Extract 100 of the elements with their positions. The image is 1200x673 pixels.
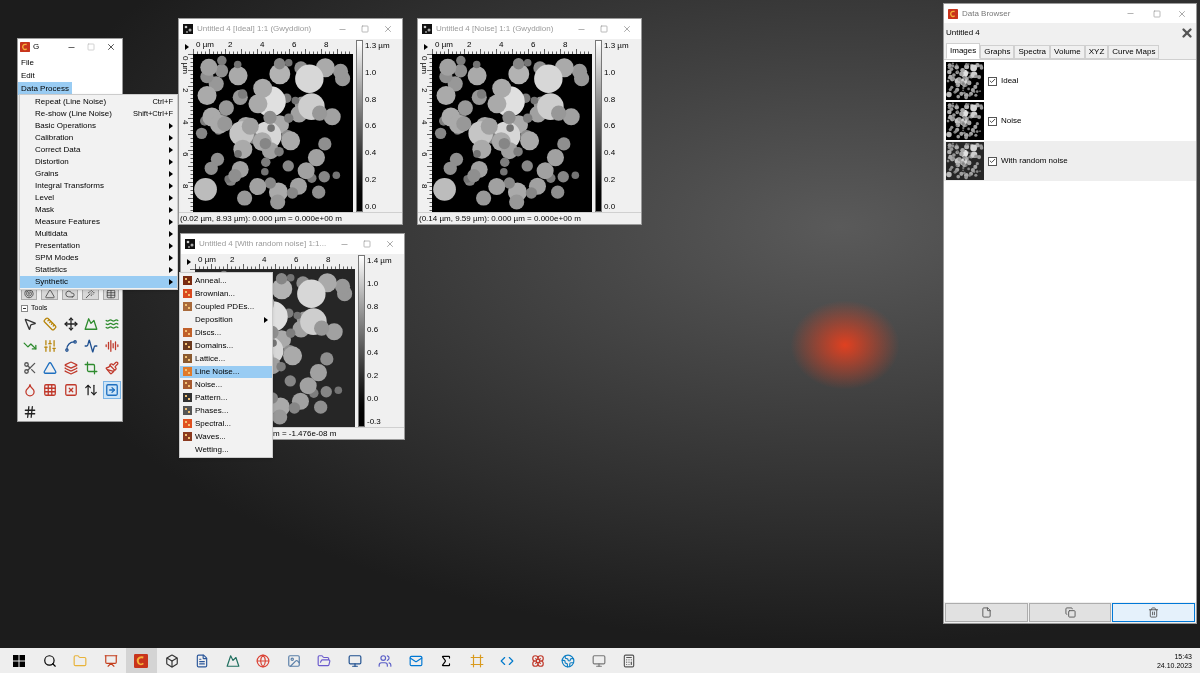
menu-item[interactable]: Integral Transforms bbox=[20, 180, 177, 192]
ruler-arrow-icon bbox=[185, 44, 189, 50]
pattern-icon bbox=[183, 354, 192, 363]
window-title: Untitled 4 [Noise] 1:1 (Gwyddion) bbox=[436, 23, 554, 35]
menu-item[interactable]: Domains... bbox=[180, 339, 272, 352]
menu-item[interactable]: Coupled PDEs... bbox=[180, 300, 272, 313]
channel-row[interactable]: Noise bbox=[944, 101, 1196, 141]
scale-label: 0.2 bbox=[604, 175, 617, 185]
app-logo-icon bbox=[948, 8, 958, 19]
scale-label: 0.6 bbox=[367, 325, 380, 334]
tab[interactable]: Curve Maps bbox=[1108, 45, 1160, 59]
menu-item[interactable]: Lattice... bbox=[180, 352, 272, 365]
ruler-label: 2 bbox=[181, 88, 189, 93]
menu-item[interactable]: Synthetic bbox=[20, 276, 177, 288]
ruler-label: 6 bbox=[531, 40, 536, 49]
menu-item[interactable]: Statistics bbox=[20, 264, 177, 276]
arrow-right-icon[interactable] bbox=[102, 381, 121, 399]
scale-label: 1.3 µm bbox=[365, 41, 390, 50]
ruler-label: 8 bbox=[181, 184, 189, 189]
tab[interactable]: Graphs bbox=[980, 45, 1015, 59]
ruler-label: 0 µm bbox=[181, 56, 189, 74]
trash-icon bbox=[1148, 607, 1160, 618]
scale-label: 0.0 bbox=[367, 394, 380, 403]
checkbox[interactable] bbox=[988, 156, 997, 166]
menu-item[interactable]: File bbox=[18, 56, 37, 69]
menu-item[interactable]: Distortion bbox=[20, 156, 177, 168]
ruler-label: 4 bbox=[499, 40, 504, 49]
menu-item[interactable]: Anneal... bbox=[180, 274, 272, 287]
submenu-arrow-icon bbox=[264, 316, 268, 323]
menu-item[interactable]: Phases... bbox=[180, 404, 272, 417]
close-file-icon[interactable] bbox=[1180, 26, 1194, 40]
menu-item[interactable]: Wetting... bbox=[180, 443, 272, 456]
delete-button[interactable] bbox=[1112, 603, 1195, 622]
ruler-label: 0 µm bbox=[198, 255, 216, 264]
ruler-label: 2 bbox=[230, 255, 235, 264]
pattern-icon bbox=[183, 406, 192, 415]
scale-label: 0.0 bbox=[604, 201, 617, 211]
channel-row[interactable]: With random noise bbox=[944, 141, 1196, 181]
scale-label: 0.6 bbox=[604, 121, 617, 131]
ruler-label: 0 µm bbox=[196, 40, 214, 49]
scale-label: 0.0 bbox=[365, 201, 378, 211]
ruler-label: 0 µm bbox=[420, 56, 428, 74]
pattern-icon bbox=[183, 302, 192, 311]
ruler-label: 2 bbox=[228, 40, 233, 49]
window-title: Untitled 4 [With random noise] 1:1... bbox=[199, 238, 327, 250]
pattern-icon bbox=[183, 380, 192, 389]
menu-item[interactable]: Deposition bbox=[180, 313, 272, 326]
menu-item[interactable]: Spectral... bbox=[180, 417, 272, 430]
duplicate-button[interactable] bbox=[1028, 603, 1112, 622]
menu-item[interactable]: Measure Features bbox=[20, 216, 177, 228]
menu-item[interactable]: Grains bbox=[20, 168, 177, 180]
image-thumbnail-icon bbox=[183, 24, 193, 34]
channel-label: With random noise bbox=[1001, 155, 1068, 167]
ruler-label: 8 bbox=[420, 184, 428, 189]
ruler-label: 4 bbox=[260, 40, 265, 49]
scale-label: 1.0 bbox=[367, 279, 380, 288]
menu-item[interactable]: Mask bbox=[20, 204, 177, 216]
menu-item[interactable]: Brownian... bbox=[180, 287, 272, 300]
window-title: Data Browser bbox=[962, 7, 1011, 20]
collapse-icon[interactable] bbox=[21, 304, 28, 312]
scale-label: 1.0 bbox=[604, 67, 617, 77]
scale-label: 1.3 µm bbox=[604, 41, 629, 50]
menu-item[interactable]: Level bbox=[20, 192, 177, 204]
image-thumbnail-icon bbox=[185, 239, 195, 249]
tab[interactable]: Images bbox=[946, 43, 981, 59]
status-text: (0.02 µm, 8.93 µm): 0.000 µm = 0.000e+00 m bbox=[180, 213, 342, 225]
checkbox[interactable] bbox=[988, 76, 997, 86]
menu-item[interactable]: Calibration bbox=[20, 132, 177, 144]
menu-item[interactable]: Basic Operations bbox=[20, 120, 177, 132]
menu-item[interactable]: Multidata bbox=[20, 228, 177, 240]
pattern-icon bbox=[183, 367, 192, 376]
menu-item[interactable]: Correct Data bbox=[20, 144, 177, 156]
menu-item[interactable]: Edit bbox=[18, 69, 38, 82]
pattern-icon bbox=[183, 393, 192, 402]
menu-item[interactable]: Noise... bbox=[180, 378, 272, 391]
scale-label: -0.3 bbox=[367, 417, 382, 426]
pattern-icon bbox=[183, 419, 192, 428]
tab[interactable]: Spectra bbox=[1014, 45, 1051, 59]
ruler-label: 8 bbox=[326, 255, 331, 264]
scale-label: 0.4 bbox=[365, 148, 378, 158]
ruler-arrow-icon bbox=[424, 44, 428, 50]
pattern-icon bbox=[183, 341, 192, 350]
checkbox[interactable] bbox=[988, 116, 997, 126]
copy-icon bbox=[1064, 607, 1076, 618]
menu-item[interactable]: Waves... bbox=[180, 430, 272, 443]
tab[interactable]: XYZ bbox=[1084, 45, 1109, 59]
menu-item[interactable]: Presentation bbox=[20, 240, 177, 252]
ruler-label: 6 bbox=[181, 152, 189, 157]
pattern-icon bbox=[183, 432, 192, 441]
channel-row[interactable]: Ideal bbox=[944, 61, 1196, 101]
menu-item[interactable]: Discs... bbox=[180, 326, 272, 339]
scale-label: 0.8 bbox=[367, 302, 380, 311]
menu-item[interactable]: Pattern... bbox=[180, 391, 272, 404]
tab[interactable]: Volume bbox=[1050, 45, 1085, 59]
app-logo-icon[interactable] bbox=[126, 648, 157, 673]
window-title: G bbox=[33, 41, 40, 53]
close-icon[interactable] bbox=[106, 42, 116, 52]
scale-label: 1.0 bbox=[365, 67, 378, 77]
menu-item[interactable]: SPM Modes bbox=[20, 252, 177, 264]
menu-item[interactable]: Line Noise... bbox=[180, 365, 272, 378]
